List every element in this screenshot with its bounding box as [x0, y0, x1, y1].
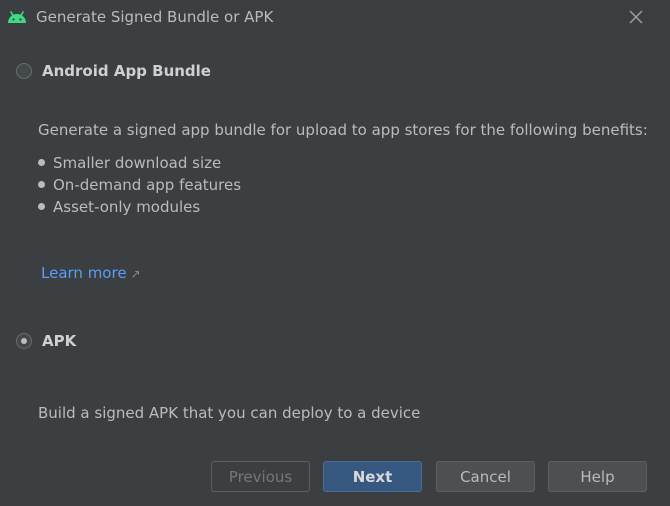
android-icon: [6, 9, 28, 25]
benefit-text: Asset-only modules: [53, 198, 201, 216]
list-item: On-demand app features: [38, 174, 241, 196]
bullet-icon: [38, 203, 45, 210]
generate-signed-bundle-dialog: Generate Signed Bundle or APK Android Ap…: [0, 0, 670, 506]
learn-more-label: Learn more: [41, 264, 127, 282]
close-icon[interactable]: [626, 7, 646, 27]
bullet-icon: [38, 159, 45, 166]
previous-button[interactable]: Previous: [211, 461, 310, 492]
cancel-button[interactable]: Cancel: [436, 461, 535, 492]
list-item: Smaller download size: [38, 152, 241, 174]
benefits-list: Smaller download size On-demand app feat…: [38, 152, 241, 218]
list-item: Asset-only modules: [38, 196, 241, 218]
help-button[interactable]: Help: [548, 461, 647, 492]
bundle-description: Generate a signed app bundle for upload …: [38, 121, 648, 139]
external-link-arrow-icon: ↗: [130, 267, 141, 281]
bundle-radio[interactable]: [16, 63, 32, 79]
window-title: Generate Signed Bundle or APK: [36, 8, 274, 26]
benefit-text: Smaller download size: [53, 154, 222, 172]
apk-description: Build a signed APK that you can deploy t…: [38, 404, 421, 422]
bullet-icon: [38, 181, 45, 188]
apk-option-label[interactable]: APK: [42, 332, 76, 350]
bundle-option-label[interactable]: Android App Bundle: [42, 62, 211, 80]
learn-more-link[interactable]: Learn more ↗: [41, 264, 141, 282]
next-button[interactable]: Next: [323, 461, 422, 492]
benefit-text: On-demand app features: [53, 176, 242, 194]
title-bar[interactable]: Generate Signed Bundle or APK: [0, 0, 670, 36]
apk-radio[interactable]: [16, 333, 32, 349]
